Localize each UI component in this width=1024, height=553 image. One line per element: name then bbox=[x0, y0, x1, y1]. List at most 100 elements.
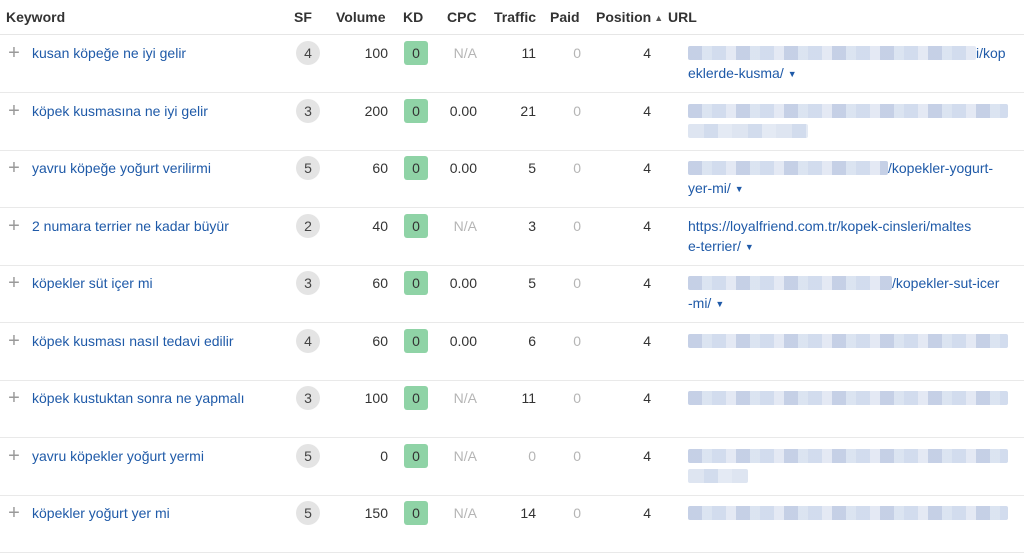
traffic-value: 11 bbox=[521, 390, 536, 406]
url-link[interactable]: /kopekler-yogurt-yer-mi/ ▼ bbox=[688, 158, 1018, 198]
kd-badge: 0 bbox=[404, 156, 428, 180]
cpc-value: 0.00 bbox=[449, 275, 477, 291]
table-row: + kusan köpeğe ne iyi gelir 4 100 0 N/A 11 0 4 i/… bbox=[0, 35, 1024, 93]
plus-icon[interactable]: + bbox=[6, 158, 22, 178]
plus-icon[interactable]: + bbox=[6, 503, 22, 523]
url-link[interactable] bbox=[688, 388, 1018, 428]
plus-icon[interactable]: + bbox=[6, 216, 22, 236]
table-row: + köpek kustuktan sonra ne yapmalı 3 100 0 N/… bbox=[0, 380, 1024, 438]
keyword-link[interactable]: köpek kusması nasıl tedavi edilir bbox=[32, 331, 234, 351]
sf-badge[interactable]: 5 bbox=[296, 501, 320, 525]
paid-value: 0 bbox=[573, 448, 581, 464]
plus-icon[interactable]: + bbox=[6, 446, 22, 466]
paid-value: 0 bbox=[573, 505, 581, 521]
url-link[interactable] bbox=[688, 446, 1018, 486]
sf-badge[interactable]: 3 bbox=[296, 99, 320, 123]
plus-icon[interactable]: + bbox=[6, 43, 22, 63]
keyword-link[interactable]: yavru köpeğe yoğurt verilirmi bbox=[32, 158, 211, 178]
keyword-link[interactable]: köpekler süt içer mi bbox=[32, 273, 153, 293]
cpc-value: N/A bbox=[453, 390, 477, 406]
plus-icon[interactable]: + bbox=[6, 101, 22, 121]
redacted-url bbox=[688, 391, 1008, 405]
volume-value: 60 bbox=[372, 160, 388, 176]
traffic-value: 5 bbox=[528, 160, 536, 176]
url-link[interactable]: https://loyalfriend.com.tr/kopek-cinsler… bbox=[688, 216, 1018, 256]
url-line-2-text: eklerde-kusma/ bbox=[688, 65, 784, 81]
url-link[interactable] bbox=[688, 101, 1018, 141]
kd-badge: 0 bbox=[404, 271, 428, 295]
col-traffic-header[interactable]: Traffic bbox=[494, 8, 536, 26]
plus-icon[interactable]: + bbox=[6, 388, 22, 408]
sf-badge[interactable]: 4 bbox=[296, 329, 320, 353]
caret-down-icon[interactable]: ▼ bbox=[735, 184, 744, 194]
volume-value: 200 bbox=[364, 103, 388, 119]
paid-value: 0 bbox=[573, 275, 581, 291]
col-url-header[interactable]: URL bbox=[668, 8, 697, 26]
url-link[interactable] bbox=[688, 331, 1018, 371]
caret-down-icon[interactable]: ▼ bbox=[715, 299, 724, 309]
keyword-link[interactable]: köpekler yoğurt yer mi bbox=[32, 503, 170, 523]
keyword-link[interactable]: yavru köpekler yoğurt yermi bbox=[32, 446, 204, 466]
paid-value: 0 bbox=[573, 333, 581, 349]
cpc-value: N/A bbox=[453, 45, 477, 61]
url-link[interactable]: /kopekler-sut-icer -mi/▼ bbox=[688, 273, 1018, 313]
url-link[interactable] bbox=[688, 503, 1018, 543]
col-cpc-header[interactable]: CPC bbox=[447, 8, 477, 26]
kd-badge: 0 bbox=[404, 386, 428, 410]
table-row: +2 numara terrier ne kadar büyür 2 40 0 N/A 3… bbox=[0, 208, 1024, 266]
position-value: 4 bbox=[643, 333, 651, 349]
sf-badge[interactable]: 3 bbox=[296, 386, 320, 410]
traffic-value: 14 bbox=[520, 505, 536, 521]
col-sf-header[interactable]: SF bbox=[294, 8, 312, 26]
traffic-value: 21 bbox=[520, 103, 536, 119]
url-link[interactable]: i/kop eklerde-kusma/ ▼ bbox=[688, 43, 1018, 83]
sf-badge[interactable]: 5 bbox=[296, 156, 320, 180]
caret-down-icon[interactable]: ▼ bbox=[788, 69, 797, 79]
keyword-link[interactable]: köpek kustuktan sonra ne yapmalı bbox=[32, 388, 244, 408]
paid-value: 0 bbox=[573, 218, 581, 234]
traffic-value: 3 bbox=[528, 218, 536, 234]
volume-value: 100 bbox=[364, 390, 388, 406]
position-value: 4 bbox=[643, 390, 651, 406]
redacted-url bbox=[688, 506, 1008, 520]
col-volume-header[interactable]: Volume bbox=[336, 8, 386, 26]
paid-value: 0 bbox=[573, 160, 581, 176]
redacted-url bbox=[688, 124, 808, 138]
table-header: Keyword SF Volume KD CPC Traffic Paid Po… bbox=[0, 0, 1024, 35]
cpc-value: N/A bbox=[453, 218, 477, 234]
position-value: 4 bbox=[643, 160, 651, 176]
sf-badge[interactable]: 5 bbox=[296, 444, 320, 468]
table-row: + köpekler yoğurt yer mi 5 150 0 N/A 14 0 4 bbox=[0, 495, 1024, 553]
volume-value: 0 bbox=[380, 448, 388, 464]
col-paid-header[interactable]: Paid bbox=[550, 8, 580, 26]
traffic-value: 5 bbox=[528, 275, 536, 291]
col-position-header[interactable]: Position ▲ bbox=[596, 8, 663, 27]
col-keyword-header[interactable]: Keyword bbox=[6, 8, 65, 26]
cpc-value: 0.00 bbox=[449, 333, 477, 349]
sf-badge[interactable]: 4 bbox=[296, 41, 320, 65]
sf-badge[interactable]: 2 bbox=[296, 214, 320, 238]
sf-badge[interactable]: 3 bbox=[296, 271, 320, 295]
traffic-value: 6 bbox=[528, 333, 536, 349]
url-line-2-text: -mi/ bbox=[688, 295, 712, 311]
keywords-table: Keyword SF Volume KD CPC Traffic Paid Po… bbox=[0, 0, 1024, 553]
kd-badge: 0 bbox=[404, 99, 428, 123]
paid-value: 0 bbox=[573, 45, 581, 61]
cpc-value: N/A bbox=[453, 505, 477, 521]
keyword-link[interactable]: kusan köpeğe ne iyi gelir bbox=[32, 43, 186, 63]
url-line-1-text: /kopekler-yogurt- bbox=[888, 160, 994, 176]
caret-down-icon[interactable]: ▼ bbox=[745, 242, 754, 252]
plus-icon[interactable]: + bbox=[6, 331, 22, 351]
redacted-url bbox=[688, 46, 976, 60]
url-line-2-text: yer-mi/ bbox=[688, 180, 731, 196]
plus-icon[interactable]: + bbox=[6, 273, 22, 293]
keyword-link[interactable]: 2 numara terrier ne kadar büyür bbox=[32, 216, 229, 236]
col-kd-header[interactable]: KD bbox=[403, 8, 423, 26]
keyword-link[interactable]: köpek kusmasına ne iyi gelir bbox=[32, 101, 208, 121]
position-value: 4 bbox=[643, 103, 651, 119]
paid-value: 0 bbox=[573, 103, 581, 119]
kd-badge: 0 bbox=[404, 214, 428, 238]
table-row: + yavru köpekler yoğurt yermi 5 0 0 N/A 0 0 4 bbox=[0, 438, 1024, 496]
url-line-1-text: i/kop bbox=[976, 45, 1006, 61]
cpc-value: 0.00 bbox=[449, 103, 477, 119]
